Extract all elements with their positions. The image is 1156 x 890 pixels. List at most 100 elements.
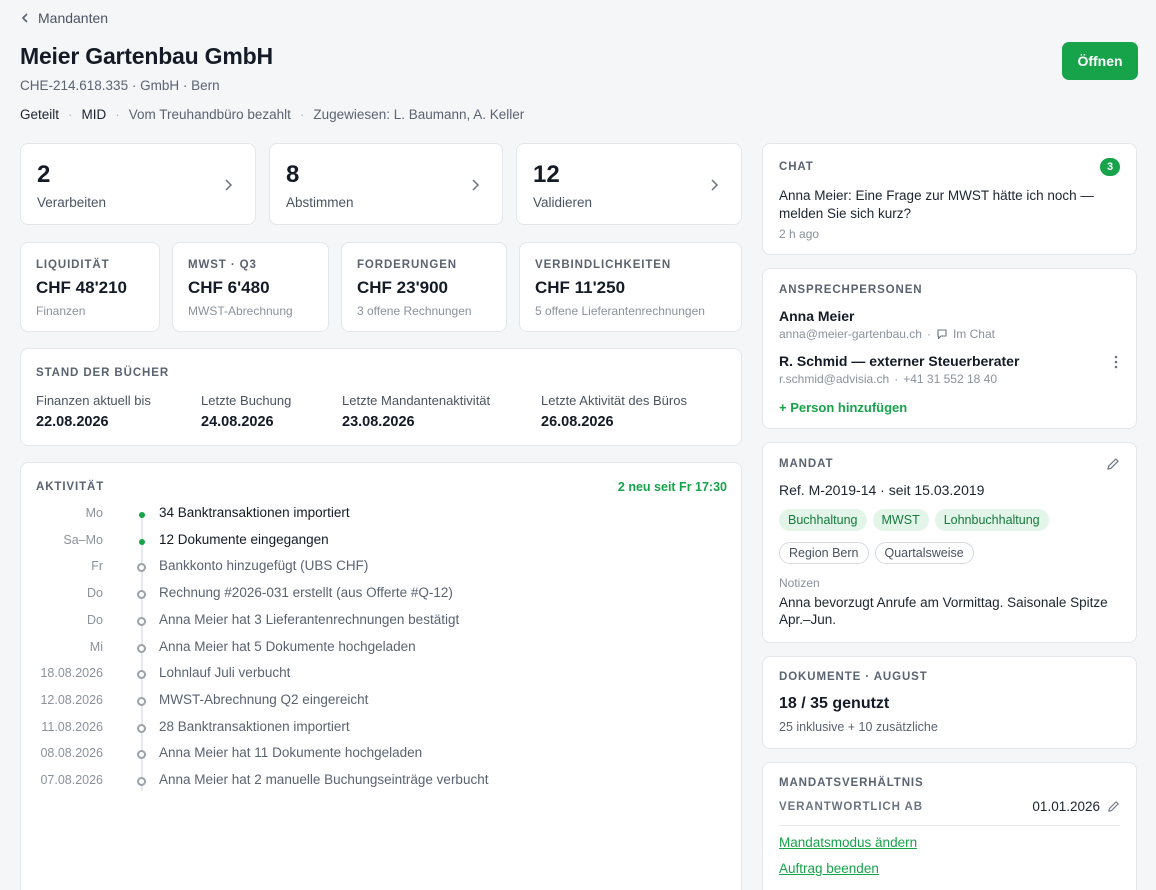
- books-status-card: STAND DER BÜCHER Finanzen aktuell bis 22…: [20, 348, 742, 446]
- open-button[interactable]: Öffnen: [1062, 42, 1138, 80]
- kpi-sub: Finanzen: [36, 304, 86, 318]
- relationship-card: MANDATSVERHÄLTNIS VERANTWORTLICH AB 01.0…: [762, 762, 1137, 890]
- kpi-sub: 3 offene Rechnungen: [357, 304, 472, 318]
- unread-badge: 3: [1100, 158, 1120, 176]
- books-col-finances: Finanzen aktuell bis 22.08.2026: [36, 393, 151, 430]
- mandate-card: MANDAT Ref. M-2019-14 · seit 15.03.2019 …: [762, 442, 1137, 643]
- task-card-verarbeiten[interactable]: 2 Verarbeiten: [20, 143, 256, 225]
- service-tag: MWST: [872, 509, 929, 531]
- task-count: 12: [533, 161, 560, 188]
- meta-assigned: Zugewiesen: L. Baumann, A. Keller: [313, 107, 525, 122]
- pencil-icon[interactable]: [1106, 457, 1120, 471]
- kpi-caption: VERBINDLICHKEITEN: [535, 259, 672, 271]
- meta-billing: Vom Treuhandbüro bezahlt: [128, 107, 291, 122]
- pencil-icon[interactable]: [1107, 800, 1120, 813]
- task-card-validieren[interactable]: 12 Validieren: [516, 143, 742, 225]
- new-dot-icon: [139, 512, 145, 518]
- kpi-payables[interactable]: VERBINDLICHKEITEN CHF 11'250 5 offene Li…: [519, 242, 742, 332]
- chevron-right-icon: [225, 179, 233, 191]
- contact-phone[interactable]: +41 31 552 18 40: [903, 372, 997, 386]
- activity-text: Anna Meier hat 3 Lieferantenrechnungen b…: [159, 611, 460, 627]
- books-col-office-activity: Letzte Aktivität des Büros 26.08.2026: [541, 393, 687, 430]
- activity-text: Bankkonto hinzugefügt (UBS CHF): [159, 558, 369, 574]
- activity-day: Mo: [85, 506, 103, 520]
- activity-item: 07.08.2026 Anna Meier hat 2 manuelle Buch…: [21, 771, 721, 791]
- kpi-vat[interactable]: MWST · Q3 CHF 6'480 MWST-Abrechnung: [172, 242, 329, 332]
- documents-quota: 25 inklusive + 10 zusätzliche: [779, 720, 938, 734]
- service-tag: Lohnbuchhaltung: [934, 509, 1049, 531]
- kpi-value: CHF 23'900: [357, 278, 448, 297]
- activity-text: Anna Meier hat 11 Dokumente hochgeladen: [159, 745, 423, 761]
- activity-day: Do: [87, 612, 103, 627]
- kpi-receivables[interactable]: FORDERUNGEN CHF 23'900 3 offene Rechnung…: [341, 242, 507, 332]
- relationship-caption: MANDATSVERHÄLTNIS: [779, 777, 924, 789]
- kpi-caption: MWST · Q3: [188, 259, 257, 271]
- kpi-liquidity[interactable]: LIQUIDITÄT CHF 48'210 Finanzen: [20, 242, 160, 332]
- contact-name: R. Schmid — externer Steuerberater: [779, 353, 1020, 369]
- add-person-button[interactable]: + Person hinzufügen: [779, 400, 907, 415]
- books-col-client-activity: Letzte Mandantenaktivität 23.08.2026: [342, 393, 491, 430]
- timeline-circle-icon: [137, 777, 146, 786]
- change-mandate-mode-link[interactable]: Mandatsmodus ändern: [779, 835, 917, 850]
- activity-day: 07.08.2026: [40, 773, 103, 787]
- timeline-circle-icon: [137, 590, 146, 600]
- task-card-abstimmen[interactable]: 8 Abstimmen: [269, 143, 503, 225]
- page-title: Meier Gartenbau GmbH: [20, 43, 273, 69]
- timeline-circle-icon: [137, 616, 146, 626]
- kpi-caption: LIQUIDITÄT: [36, 259, 110, 271]
- end-engagement-link[interactable]: Auftrag beenden: [779, 861, 879, 876]
- activity-text: 12 Dokumente eingegangen: [159, 531, 329, 547]
- chat-caption: CHAT: [779, 161, 814, 173]
- task-label: Abstimmen: [286, 195, 354, 210]
- kpi-sub: MWST-Abrechnung: [188, 304, 293, 318]
- contact-info: r.schmid@advisia.ch · +41 31 552 18 40: [779, 372, 997, 386]
- mandate-reference: Ref. M-2019-14 · seit 15.03.2019: [779, 482, 985, 498]
- contact-email[interactable]: r.schmid@advisia.ch: [779, 372, 889, 386]
- chevron-right-icon: [711, 179, 719, 191]
- kpi-value: CHF 11'250: [535, 278, 626, 297]
- more-options-icon[interactable]: [1114, 355, 1118, 369]
- task-count: 2: [37, 161, 51, 188]
- attribute-tag: Quartalsweise: [874, 542, 974, 564]
- books-caption: STAND DER BÜCHER: [36, 367, 170, 379]
- activity-item: Do Rechnung #2026-031 erstellt (aus Offer…: [21, 584, 721, 604]
- divider: [779, 825, 1120, 826]
- timeline-circle-icon: [137, 643, 146, 653]
- activity-day: 11.08.2026: [41, 719, 103, 734]
- meta-plan: MID: [81, 107, 107, 122]
- chevron-right-icon: [472, 179, 480, 191]
- activity-day: Do: [87, 586, 103, 601]
- service-tag: Buchhaltung: [779, 509, 867, 531]
- timeline-circle-icon: [137, 723, 146, 733]
- documents-usage: 18 / 35 genutzt: [779, 695, 890, 712]
- activity-item: 08.08.2026 Anna Meier hat 11 Dokumente ho…: [21, 744, 721, 764]
- activity-text: 28 Banktransaktionen importiert: [159, 718, 350, 734]
- attribute-tag: Region Bern: [779, 542, 869, 564]
- responsible-label: VERANTWORTLICH AB: [779, 801, 923, 813]
- chat-card[interactable]: CHAT 3 Anna Meier: Eine Frage zur MWST h…: [762, 143, 1137, 255]
- documents-card: DOKUMENTE · AUGUST 18 / 35 genutzt 25 in…: [762, 656, 1137, 749]
- client-meta: Geteilt · MID · Vom Treuhandbüro bezahlt…: [20, 107, 525, 122]
- contact-chat-status[interactable]: Im Chat: [953, 327, 995, 341]
- contacts-caption: ANSPRECHPERSONEN: [779, 284, 923, 296]
- activity-item: Mi Anna Meier hat 5 Dokumente hochgeladen: [21, 638, 721, 658]
- activity-item: 11.08.2026 28 Banktransaktionen importier…: [21, 718, 721, 738]
- books-col-last-booking: Letzte Buchung 24.08.2026: [201, 393, 292, 430]
- contact-name: Anna Meier: [779, 308, 855, 324]
- activity-day: Sa–Mo: [63, 532, 103, 547]
- mandate-caption: MANDAT: [779, 458, 834, 470]
- activity-text: 34 Banktransaktionen importiert: [159, 505, 350, 520]
- contact-info: anna@meier-gartenbau.ch · Im Chat: [779, 327, 995, 341]
- kpi-value: CHF 6'480: [188, 278, 270, 297]
- notes-label: Notizen: [779, 576, 820, 590]
- activity-text: Anna Meier hat 5 Dokumente hochgeladen: [159, 638, 416, 654]
- contact-email[interactable]: anna@meier-gartenbau.ch: [779, 327, 922, 341]
- client-subtitle: CHE-214.618.335 · GmbH · Bern: [20, 78, 220, 93]
- task-label: Validieren: [533, 195, 593, 210]
- activity-text: Anna Meier hat 2 manuelle Buchungseinträ…: [159, 772, 489, 787]
- activity-day: Fr: [91, 559, 103, 574]
- activity-item: Mo 34 Banktransaktionen importiert: [21, 504, 721, 524]
- documents-caption: DOKUMENTE · AUGUST: [779, 671, 928, 683]
- back-link[interactable]: Mandanten: [20, 10, 108, 26]
- chat-bubble-icon: [937, 329, 947, 340]
